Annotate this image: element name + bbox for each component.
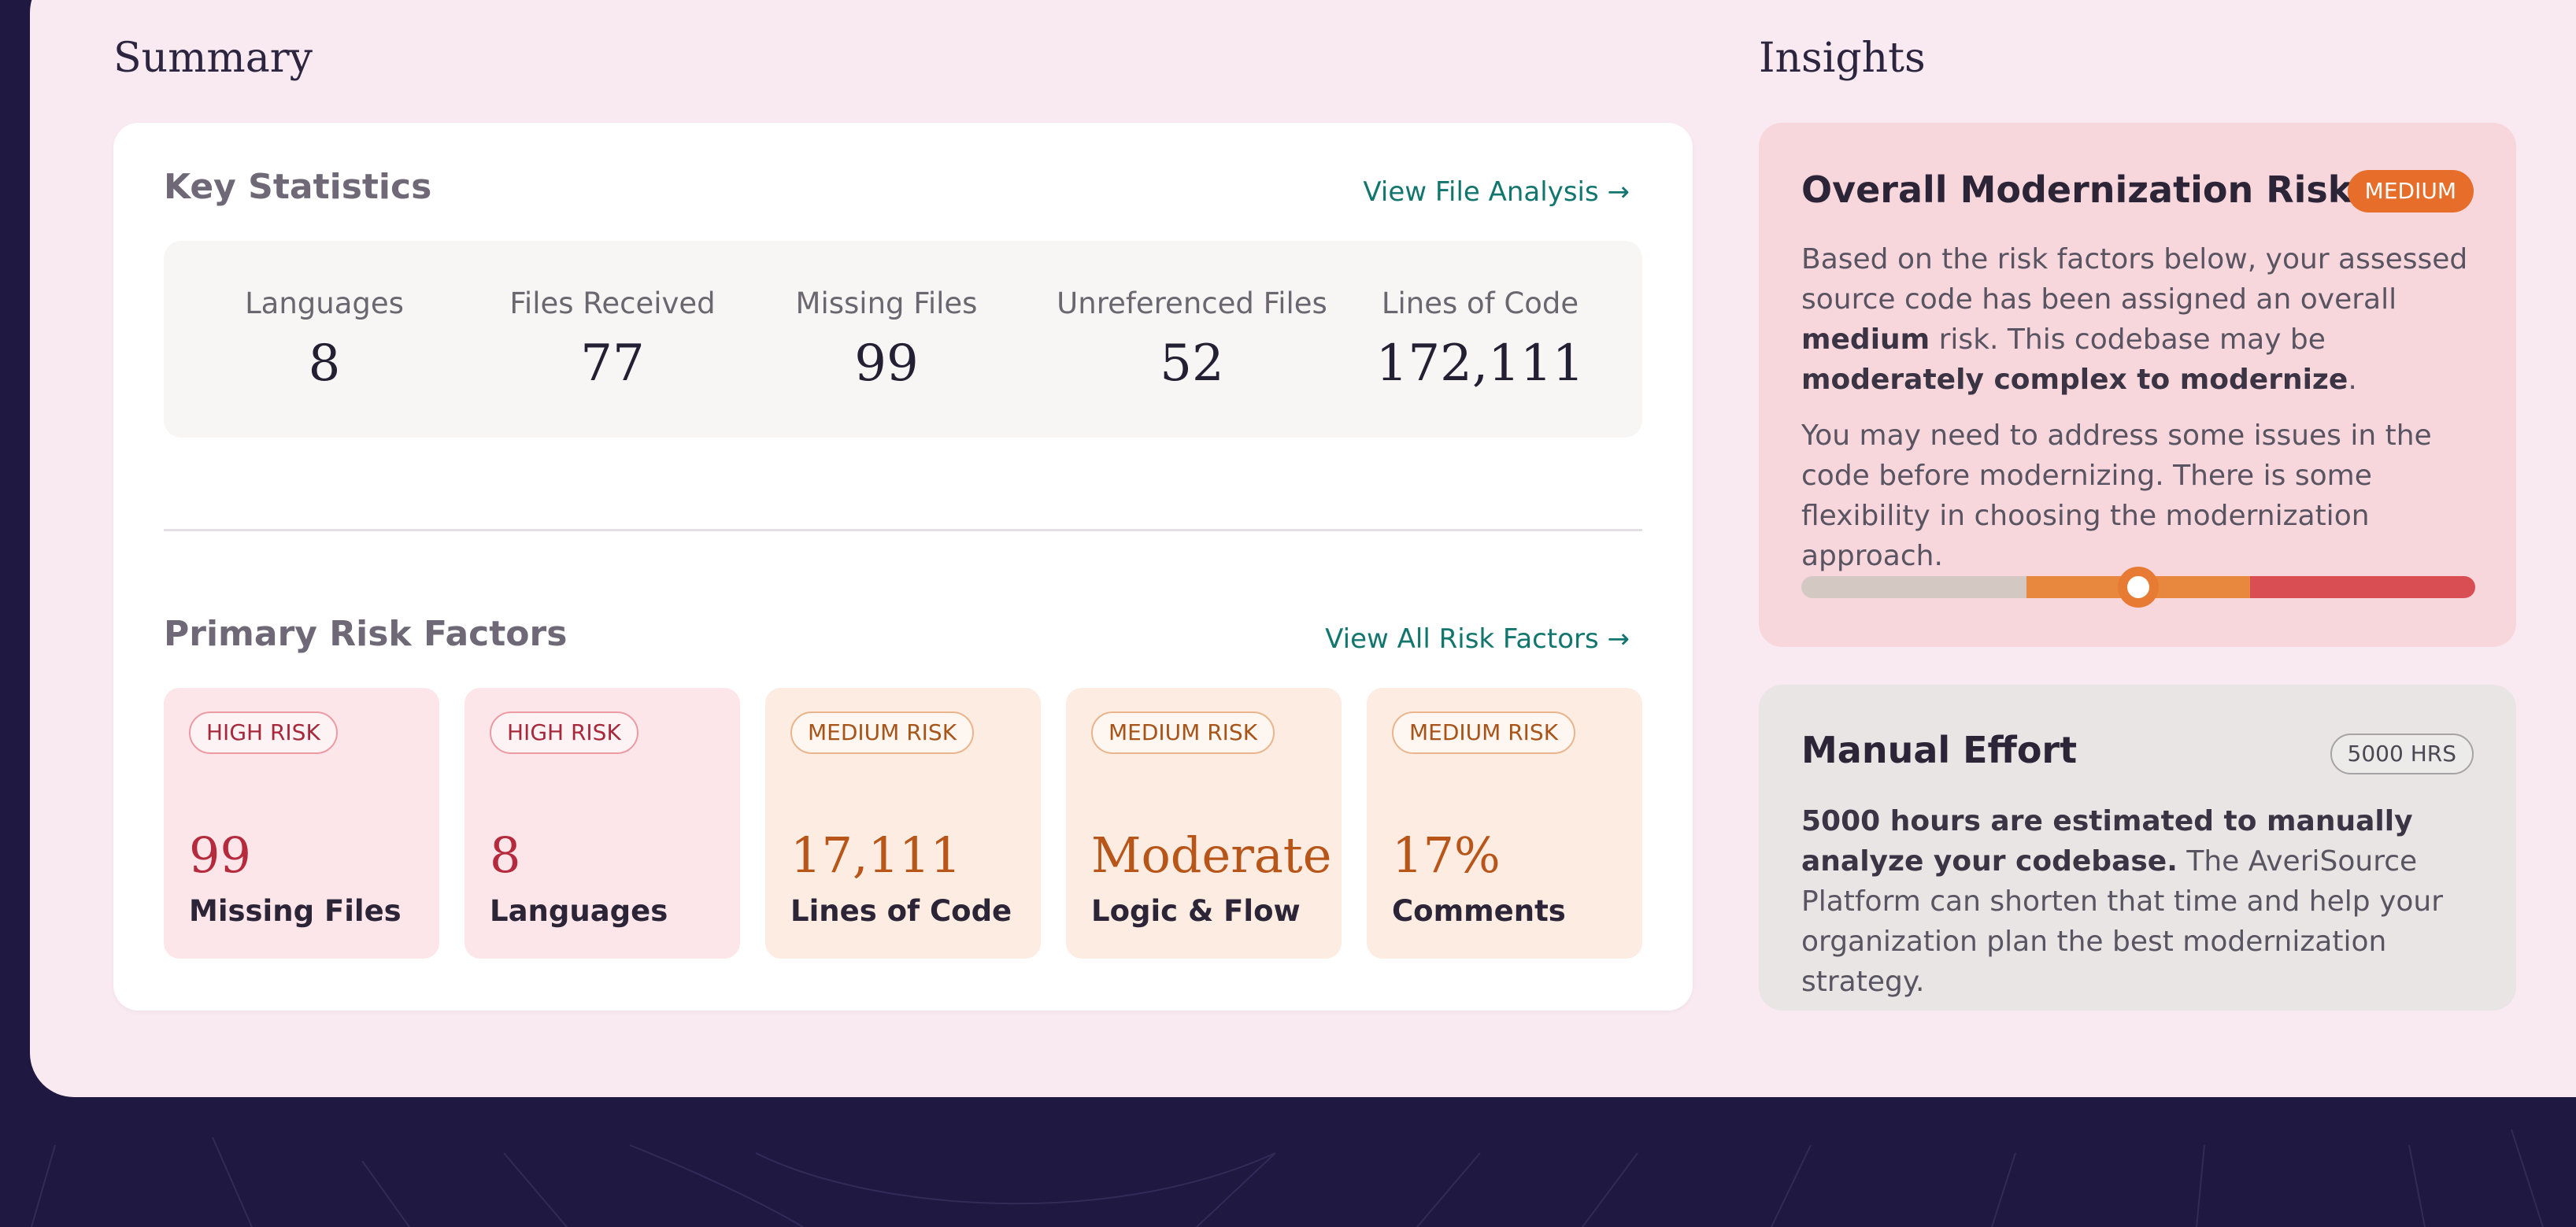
manual-effort-title: Manual Effort	[1801, 729, 2078, 771]
risk-card-languages[interactable]: HIGH RISK 8 Languages	[464, 688, 740, 959]
meter-thumb	[2118, 567, 2159, 608]
risk-label: Languages	[490, 894, 668, 928]
risk-label: Logic & Flow	[1091, 894, 1301, 928]
stat-files-received: Files Received 77	[463, 286, 762, 393]
risk-label: Comments	[1392, 894, 1566, 928]
stat-value: 8	[308, 334, 341, 393]
stat-label: Unreferenced Files	[1057, 286, 1327, 320]
effort-hours-badge: 5000 HRS	[2330, 734, 2474, 774]
risk-description: Based on the risk factors below, your as…	[1801, 243, 2468, 396]
effort-description: 5000 hours are estimated to manually ana…	[1801, 805, 2444, 998]
risk-card-missing-files[interactable]: HIGH RISK 99 Missing Files	[164, 688, 439, 959]
risk-badge: MEDIUM RISK	[1392, 711, 1576, 754]
key-statistics-heading: Key Statistics	[164, 167, 432, 207]
primary-risk-factors-heading: Primary Risk Factors	[164, 614, 568, 654]
stat-value: 172,111	[1375, 334, 1585, 393]
background-decoration	[31, 1129, 2544, 1227]
stat-label: Missing Files	[795, 286, 978, 320]
stat-unreferenced-files: Unreferenced Files 52	[1042, 286, 1342, 393]
stat-label: Languages	[245, 286, 404, 320]
modernization-risk-title: Overall Modernization Risk	[1801, 168, 2352, 211]
risk-card-lines-of-code[interactable]: MEDIUM RISK 17,111 Lines of Code	[765, 688, 1041, 959]
stat-label: Files Received	[509, 286, 716, 320]
insights-title: Insights	[1759, 35, 1926, 82]
risk-level-meter	[1801, 567, 2475, 608]
stat-value: 77	[580, 334, 645, 393]
summary-title: Summary	[113, 35, 313, 82]
risk-value: Moderate	[1091, 826, 1332, 884]
risk-badge: MEDIUM RISK	[1091, 711, 1275, 754]
risk-label: Lines of Code	[790, 894, 1012, 928]
risk-value: 17%	[1392, 826, 1501, 884]
meter-low-segment	[1801, 576, 2026, 598]
risk-level-badge: MEDIUM	[2347, 170, 2474, 213]
risk-card-comments[interactable]: MEDIUM RISK 17% Comments	[1367, 688, 1642, 959]
stat-lines-of-code: Lines of Code 172,111	[1331, 286, 1630, 393]
stat-missing-files: Missing Files 99	[737, 286, 1036, 393]
risk-card-logic-flow[interactable]: MEDIUM RISK Moderate Logic & Flow	[1066, 688, 1342, 959]
meter-high-segment	[2250, 576, 2475, 598]
risk-label: Missing Files	[189, 894, 402, 928]
divider	[164, 529, 1642, 531]
risk-badge: HIGH RISK	[189, 711, 338, 754]
view-all-risk-factors-link[interactable]: View All Risk Factors →	[1325, 623, 1630, 655]
risk-badge: HIGH RISK	[490, 711, 638, 754]
key-statistics-box: Languages 8 Files Received 77 Missing Fi…	[164, 241, 1642, 438]
risk-badge: MEDIUM RISK	[790, 711, 975, 754]
manual-effort-card: Manual Effort 5000 HRS 5000 hours are es…	[1759, 685, 2516, 1011]
risk-value: 17,111	[790, 826, 961, 884]
stat-value: 52	[1160, 334, 1224, 393]
risk-value: 8	[490, 826, 521, 884]
modernization-risk-card: Overall Modernization Risk MEDIUM Based …	[1759, 123, 2516, 647]
risk-advice: You may need to address some issues in t…	[1801, 419, 2432, 572]
stat-label: Lines of Code	[1381, 286, 1579, 320]
risk-value: 99	[189, 826, 251, 884]
stat-languages: Languages 8	[175, 286, 474, 393]
stat-value: 99	[854, 334, 919, 393]
view-file-analysis-link[interactable]: View File Analysis →	[1363, 176, 1630, 208]
